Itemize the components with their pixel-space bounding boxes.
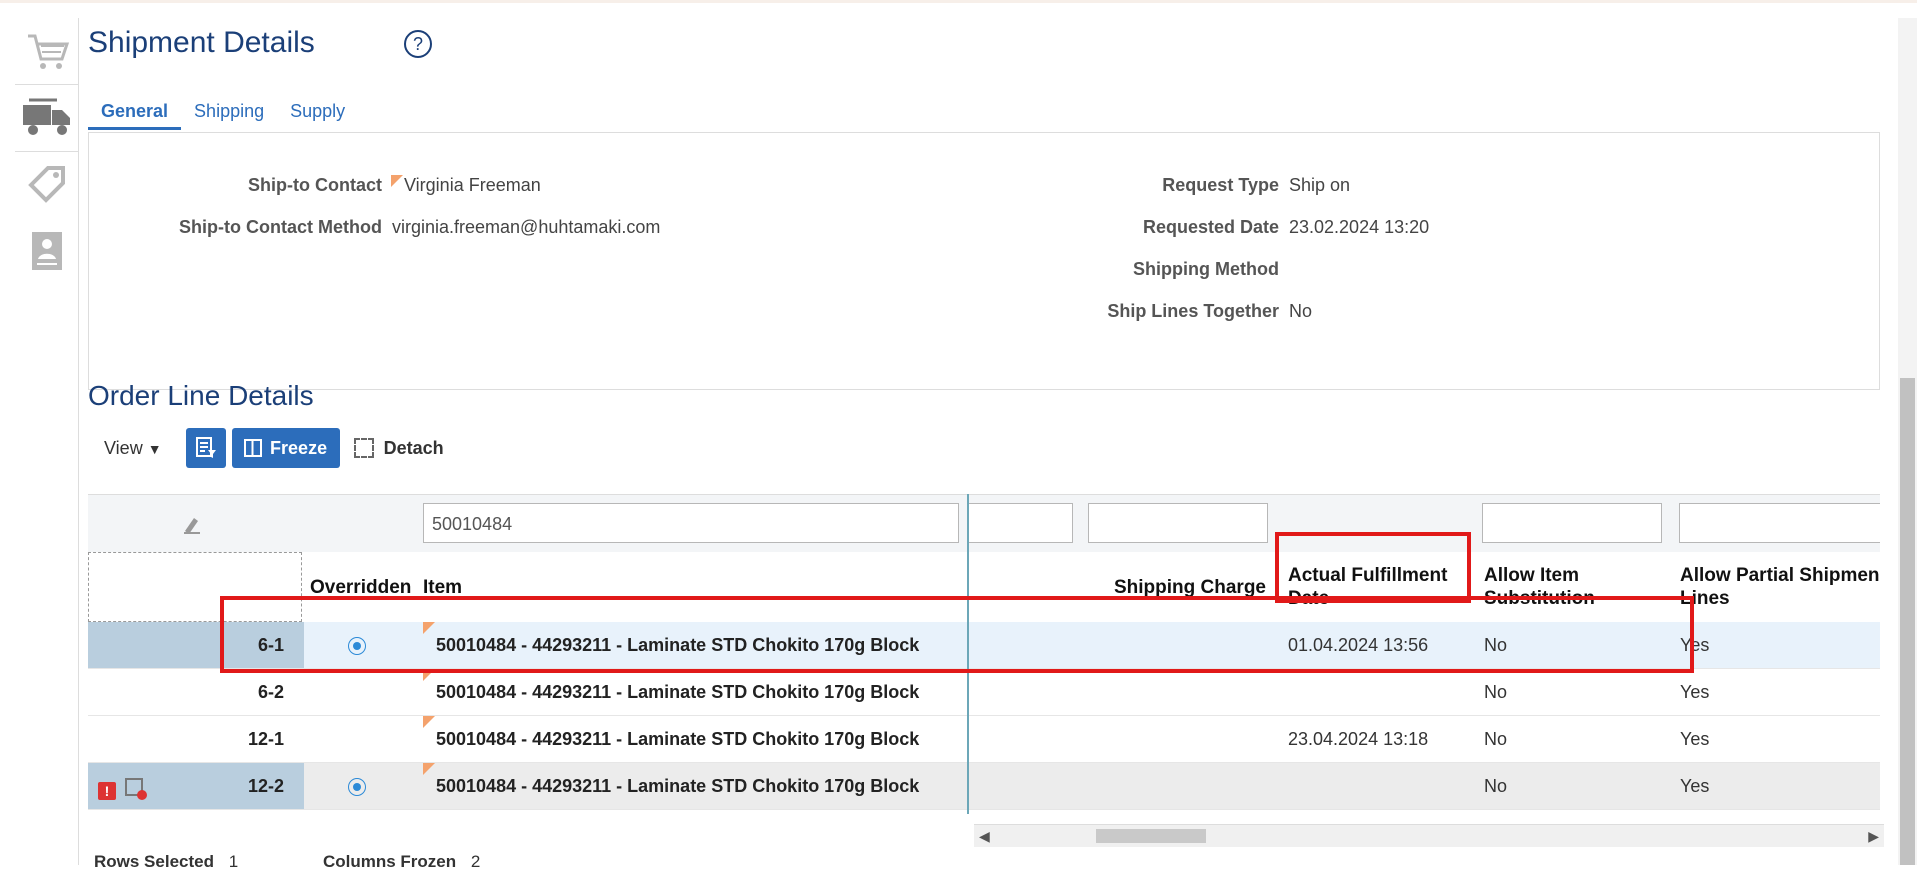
order-lines-toolbar: View ▼ Freeze Detach <box>88 428 444 468</box>
column-header-line-2: Lines <box>1680 588 1730 609</box>
rail-contact[interactable] <box>15 218 78 284</box>
shopping-cart-icon <box>27 34 69 69</box>
ship-to-contact-method-value: virginia.freeman@huhtamaki.com <box>392 217 661 237</box>
scroll-left-icon[interactable]: ◀ <box>979 828 990 845</box>
ship-to-contact-value: Virginia Freeman <box>391 175 541 196</box>
horizontal-scroll-thumb[interactable] <box>1096 829 1206 843</box>
detach-icon <box>353 438 374 458</box>
ship-to-contact-label: Ship-to Contact <box>248 175 382 195</box>
rail-price[interactable] <box>15 151 78 217</box>
rows-selected-value: 1 <box>228 852 239 871</box>
freeze-label: Freeze <box>270 437 328 458</box>
rail-cart[interactable] <box>15 18 78 84</box>
table-row[interactable]: 6-2 50010484 - 44293211 - Laminate STD C… <box>88 669 1880 716</box>
filter-input-allow-substitution[interactable] <box>1482 503 1662 543</box>
rail-shipment[interactable] <box>15 84 78 152</box>
query-by-example-button[interactable] <box>185 428 226 468</box>
general-details-panel: Ship-to Contact Virginia Freeman Ship-to… <box>88 132 1880 390</box>
request-type-value: Ship on <box>1289 175 1351 195</box>
item-cell: 50010484 - 44293211 - Laminate STD Choki… <box>423 763 919 809</box>
rows-selected-label: Rows Selected <box>94 852 214 871</box>
horizontal-scrollbar[interactable]: ◀ ▶ <box>974 824 1884 847</box>
left-rail <box>15 18 79 865</box>
overridden-icon <box>348 778 366 797</box>
filter-input-actual-fulfillment[interactable] <box>1088 503 1268 543</box>
contact-card-icon <box>31 232 62 270</box>
line-number: 6-2 <box>257 682 284 702</box>
partial-cell: Yes <box>1680 729 1710 749</box>
ship-to-contact-text: Virginia Freeman <box>404 175 541 195</box>
item-cell: 50010484 - 44293211 - Laminate STD Choki… <box>423 716 919 762</box>
item-text: 50010484 - 44293211 - Laminate STD Choki… <box>436 682 920 702</box>
columns-frozen-label: Columns Frozen <box>322 852 457 871</box>
column-header-line-1: Allow Item <box>1484 565 1580 586</box>
filter-input-shipping-charge[interactable] <box>967 503 1073 543</box>
fulfillment-date-cell: 23.04.2024 13:18 <box>1288 729 1429 749</box>
price-tag-icon <box>27 166 65 203</box>
item-text: 50010484 - 44293211 - Laminate STD Choki… <box>436 776 920 796</box>
table-filter-row: 50010484 <box>88 494 1880 554</box>
table-row[interactable]: 12-2 ! 50010484 - 44293211 - Laminate ST… <box>88 763 1880 810</box>
page-title: Shipment Details <box>88 26 315 59</box>
substitution-cell: No <box>1484 776 1508 796</box>
freeze-button[interactable]: Freeze <box>231 428 340 468</box>
change-indicator-icon <box>423 716 435 728</box>
partial-cell: Yes <box>1680 776 1710 796</box>
ship-to-contact-method-label: Ship-to Contact Method <box>179 217 382 237</box>
filter-icon <box>195 437 216 458</box>
detail-tabs: General Shipping Supply <box>88 92 358 130</box>
column-header-line-1: Allow Partial Shipmen <box>1680 565 1880 586</box>
overridden-indicator <box>348 763 366 809</box>
vertical-scroll-thumb[interactable] <box>1900 378 1915 865</box>
vertical-scrollbar[interactable] <box>1898 18 1917 865</box>
view-menu-button[interactable]: View ▼ <box>88 438 174 459</box>
truck-icon <box>22 98 70 135</box>
requested-date-value: 23.02.2024 13:20 <box>1289 217 1430 237</box>
help-icon[interactable]: ? <box>404 30 432 58</box>
scroll-right-icon[interactable]: ▶ <box>1868 828 1879 845</box>
line-number: 12-1 <box>247 729 284 749</box>
detach-button[interactable]: Detach <box>353 437 444 459</box>
table-row[interactable]: 12-1 50010484 - 44293211 - Laminate STD … <box>88 716 1880 763</box>
column-header-allow-partial-shipment[interactable]: Allow Partial Shipmen Lines <box>1680 564 1880 610</box>
change-indicator-icon <box>391 175 403 187</box>
request-type-label: Request Type <box>1162 175 1279 195</box>
partial-cell: Yes <box>1680 682 1710 702</box>
error-icon[interactable]: ! <box>98 782 116 800</box>
top-accent-line <box>0 0 1917 3</box>
change-indicator-icon <box>423 763 435 775</box>
shipping-method-label: Shipping Method <box>1133 259 1279 279</box>
table-footer: Rows Selected 1 Columns Frozen 2 <box>88 852 480 872</box>
item-cell: 50010484 - 44293211 - Laminate STD Choki… <box>423 669 919 715</box>
highlight-selected-row <box>220 596 1694 673</box>
substitution-cell: No <box>1484 682 1508 702</box>
ship-lines-together-value: No <box>1289 301 1313 321</box>
highlight-fulfillment-header <box>1275 532 1471 603</box>
requested-date-label: Requested Date <box>1142 217 1279 237</box>
item-filter-input[interactable]: 50010484 <box>423 503 959 543</box>
chevron-down-icon: ▼ <box>147 440 162 457</box>
columns-frozen-value: 2 <box>470 852 481 871</box>
filter-input-allow-partial[interactable] <box>1679 503 1880 543</box>
tab-supply[interactable]: Supply <box>277 92 358 130</box>
item-text: 50010484 - 44293211 - Laminate STD Choki… <box>436 729 920 749</box>
tab-shipping[interactable]: Shipping <box>181 92 277 130</box>
freeze-icon <box>244 439 263 457</box>
ship-lines-together-label: Ship Lines Together <box>1107 301 1279 321</box>
calendar-warning-icon[interactable] <box>125 778 148 800</box>
status-icons: ! <box>98 778 148 800</box>
view-label: View <box>104 437 143 458</box>
tab-general[interactable]: General <box>88 92 182 130</box>
clear-filter-icon[interactable] <box>182 514 202 534</box>
detach-label: Detach <box>383 437 444 458</box>
order-line-details-title: Order Line Details <box>88 380 314 411</box>
substitution-cell: No <box>1484 729 1508 749</box>
